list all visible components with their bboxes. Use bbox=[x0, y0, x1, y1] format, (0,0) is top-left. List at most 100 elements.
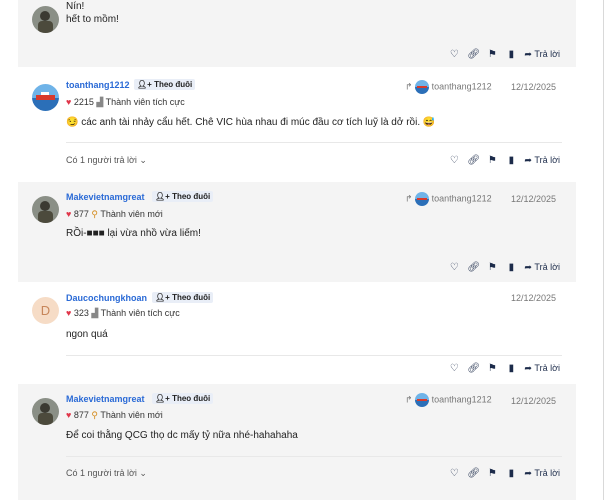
chevron-down-icon: ⌄ bbox=[139, 468, 147, 478]
username[interactable]: Daucochungkhoan bbox=[66, 293, 147, 303]
flag-icon[interactable]: ⚑ bbox=[486, 155, 498, 166]
follow-label: Theo đuôi bbox=[154, 80, 193, 89]
follow-button[interactable]: 👤︎+ Theo đuôi bbox=[152, 292, 214, 303]
flag-icon[interactable]: ⚑ bbox=[486, 468, 498, 479]
reply-reference[interactable]: ↱ toanthang1212 bbox=[405, 393, 492, 407]
reply-label: Trả lời bbox=[534, 363, 560, 373]
link-icon[interactable]: 🔗︎ bbox=[467, 262, 480, 273]
comment-date: 12/12/2025 bbox=[510, 396, 556, 406]
heart-outline-icon[interactable]: ♡ bbox=[448, 155, 460, 166]
avatar[interactable] bbox=[32, 84, 59, 111]
rank-badge-icon: ⚲ bbox=[91, 209, 98, 219]
bookmark-icon[interactable]: ▮ bbox=[505, 49, 517, 60]
comment-line-2: hết to mồm! bbox=[66, 14, 119, 25]
user-rank: Thành viên tích cực bbox=[105, 97, 185, 107]
username[interactable]: toanthang1212 bbox=[66, 80, 130, 90]
user-rank: Thành viên mới bbox=[100, 410, 163, 420]
reply-label: Trả lời bbox=[534, 262, 560, 272]
reply-avatar bbox=[415, 80, 430, 94]
replies-toggle[interactable]: Có 1 người trả lời ⌄ bbox=[66, 155, 147, 166]
link-icon[interactable]: 🔗︎ bbox=[467, 49, 480, 60]
reply-to-username: toanthang1212 bbox=[431, 81, 492, 92]
link-icon[interactable]: 🔗︎ bbox=[467, 155, 480, 166]
follow-button[interactable]: 👤︎+ Theo đuôi bbox=[134, 79, 196, 90]
user-plus-icon: 👤︎+ bbox=[155, 394, 170, 403]
follow-button[interactable]: 👤︎+ Theo đuôi bbox=[152, 191, 214, 202]
comment-text: RỒi-■■■ lại vừa nhồ vừa liếm! bbox=[66, 228, 201, 239]
heart-icon: ♥ bbox=[66, 308, 72, 318]
link-icon[interactable]: 🔗︎ bbox=[467, 363, 480, 374]
flag-icon[interactable]: ⚑ bbox=[486, 363, 498, 374]
heart-outline-icon[interactable]: ♡ bbox=[448, 363, 460, 374]
comment-post-0: Nín! hết to mồm! ♡ 🔗︎ ⚑ ▮ ➦ Trả lời bbox=[18, 0, 576, 67]
divider bbox=[66, 456, 562, 457]
reply-reference[interactable]: ↱ toanthang1212 bbox=[405, 192, 492, 206]
reply-button[interactable]: ➦ Trả lời bbox=[524, 363, 560, 374]
replies-toggle[interactable]: Có 1 người trả lời ⌄ bbox=[66, 468, 147, 479]
bookmark-icon[interactable]: ▮ bbox=[505, 468, 517, 479]
reply-button[interactable]: ➦ Trả lời bbox=[524, 468, 560, 479]
comment-date: 12/12/2025 bbox=[510, 293, 556, 303]
comment-post-1: toanthang1212 👤︎+ Theo đuôi ♥ 2215 ▟ Thà… bbox=[18, 69, 576, 180]
bookmark-icon[interactable]: ▮ bbox=[505, 155, 517, 166]
user-score: 2215 bbox=[73, 97, 94, 107]
avatar[interactable] bbox=[32, 196, 59, 223]
user-rank: Thành viên mới bbox=[100, 209, 163, 219]
comment-post-2: Makevietnamgreat 👤︎+ Theo đuôi ♥ 877 ⚲ T… bbox=[18, 182, 576, 282]
divider bbox=[66, 355, 562, 356]
user-plus-icon: 👤︎+ bbox=[155, 192, 170, 201]
replies-label: Có 1 người trả lời bbox=[66, 468, 137, 478]
follow-label: Theo đuôi bbox=[172, 394, 211, 403]
reply-reference[interactable]: ↱ toanthang1212 bbox=[405, 80, 492, 94]
action-bar: ♡ 🔗︎ ⚑ ▮ ➦ Trả lời bbox=[448, 468, 560, 479]
user-stats: ♥ 877 ⚲ Thành viên mới bbox=[66, 209, 163, 220]
action-bar: ♡ 🔗︎ ⚑ ▮ ➦ Trả lời bbox=[448, 363, 560, 374]
reply-arrow-icon: ➦ bbox=[524, 262, 532, 272]
reply-to-username: toanthang1212 bbox=[431, 193, 492, 204]
user-score: 877 bbox=[73, 209, 89, 219]
flag-icon[interactable]: ⚑ bbox=[486, 49, 498, 60]
avatar-letter: D bbox=[40, 303, 51, 318]
bookmark-icon[interactable]: ▮ bbox=[505, 363, 517, 374]
link-icon[interactable]: 🔗︎ bbox=[467, 468, 480, 479]
avatar[interactable] bbox=[32, 398, 59, 425]
bookmark-icon[interactable]: ▮ bbox=[505, 262, 517, 273]
reply-arrow-icon: ➦ bbox=[524, 155, 532, 165]
user-plus-icon: 👤︎+ bbox=[137, 80, 152, 89]
chevron-down-icon: ⌄ bbox=[139, 155, 147, 165]
reply-arrow-icon: ↱ bbox=[405, 193, 413, 204]
username[interactable]: Makevietnamgreat bbox=[66, 394, 145, 404]
user-plus-icon: 👤︎+ bbox=[155, 293, 170, 302]
heart-icon: ♥ bbox=[66, 209, 72, 219]
rank-badge-icon: ▟ bbox=[96, 97, 104, 107]
avatar[interactable]: D bbox=[32, 297, 59, 324]
replies-label: Có 1 người trả lời bbox=[66, 155, 137, 165]
user-score: 323 bbox=[73, 308, 89, 318]
reply-arrow-icon: ➦ bbox=[524, 49, 532, 59]
follow-button[interactable]: 👤︎+ Theo đuôi bbox=[152, 393, 214, 404]
comment-text: Nín! hết to mồm! bbox=[66, 0, 119, 26]
action-bar: ♡ 🔗︎ ⚑ ▮ ➦ Trả lời bbox=[448, 262, 560, 273]
reply-avatar bbox=[415, 192, 430, 206]
follow-label: Theo đuôi bbox=[172, 293, 211, 302]
reply-arrow-icon: ↱ bbox=[405, 81, 413, 92]
reply-button[interactable]: ➦ Trả lời bbox=[524, 262, 560, 273]
reply-label: Trả lời bbox=[534, 468, 560, 478]
comment-date: 12/12/2025 bbox=[510, 82, 556, 92]
heart-outline-icon[interactable]: ♡ bbox=[448, 262, 460, 273]
flag-icon[interactable]: ⚑ bbox=[486, 262, 498, 273]
heart-outline-icon[interactable]: ♡ bbox=[448, 49, 460, 60]
reply-label: Trả lời bbox=[534, 49, 560, 59]
reply-arrow-icon: ↱ bbox=[405, 394, 413, 405]
reply-button[interactable]: ➦ Trả lời bbox=[524, 155, 560, 166]
comment-text: ngon quá bbox=[66, 329, 108, 340]
heart-outline-icon[interactable]: ♡ bbox=[448, 468, 460, 479]
avatar[interactable] bbox=[32, 6, 59, 33]
user-stats: ♥ 877 ⚲ Thành viên mới bbox=[66, 410, 163, 421]
follow-label: Theo đuôi bbox=[172, 192, 211, 201]
comment-text: 😏 các anh tài nhảy cẩu hết. Chê VIC hùa … bbox=[66, 117, 436, 128]
heart-icon: ♥ bbox=[66, 410, 72, 420]
user-rank: Thành viên tích cực bbox=[100, 308, 180, 318]
reply-button[interactable]: ➦ Trả lời bbox=[524, 49, 560, 60]
username[interactable]: Makevietnamgreat bbox=[66, 192, 145, 202]
